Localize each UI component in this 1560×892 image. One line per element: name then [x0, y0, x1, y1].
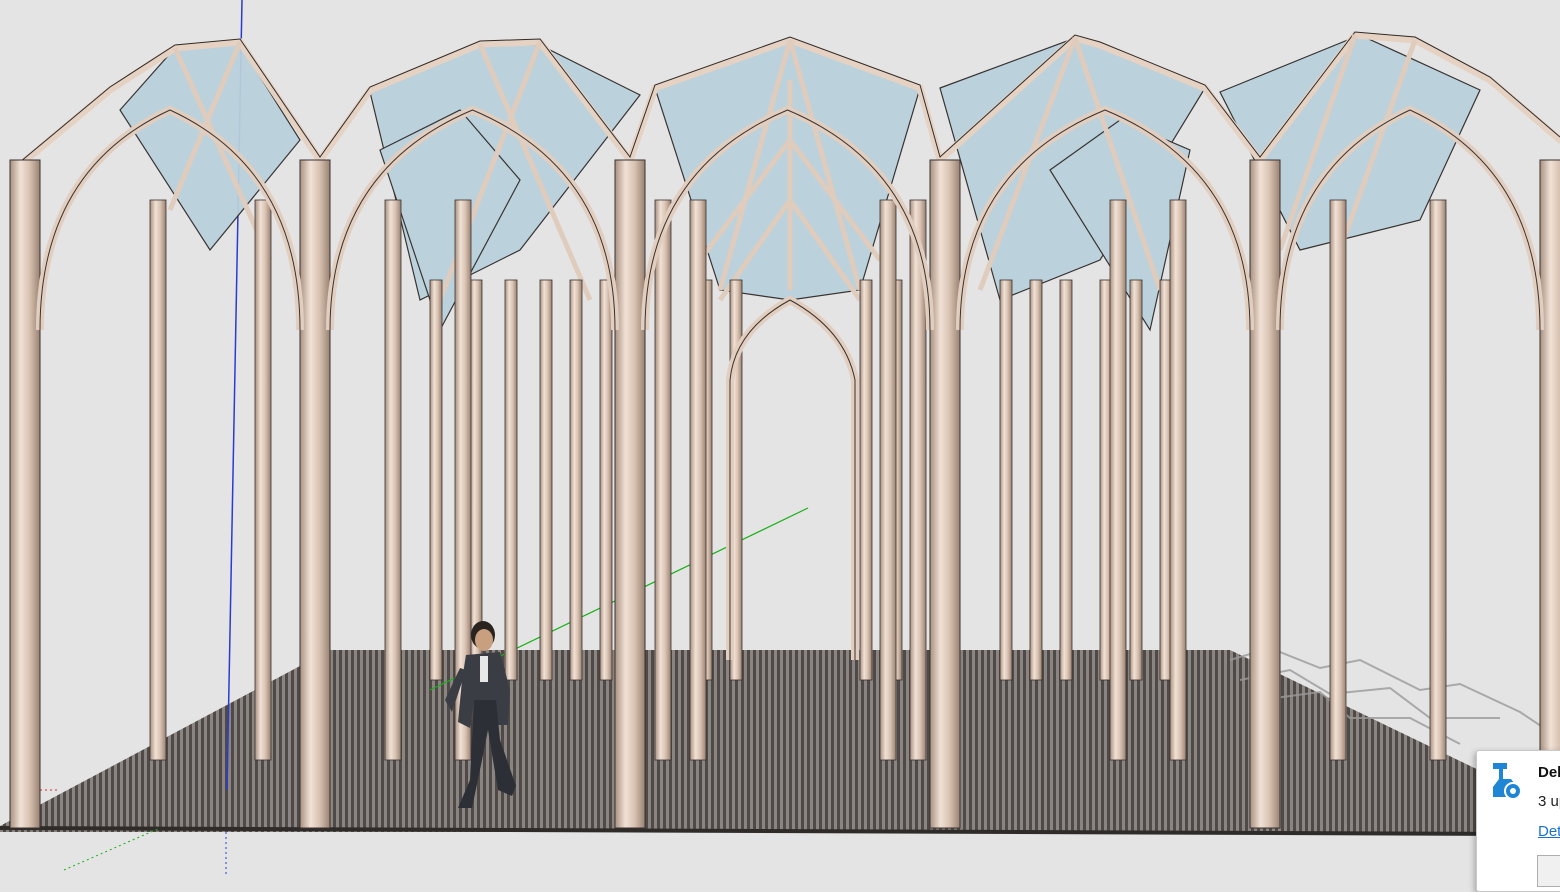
column-front [9, 159, 41, 829]
column-middle [384, 199, 402, 761]
column-back [504, 279, 518, 681]
column-middle [879, 199, 897, 761]
column-middle [689, 199, 707, 761]
column-middle [1169, 199, 1187, 761]
column-back [429, 279, 443, 681]
column-back [1059, 279, 1073, 681]
extension-update-icon [1493, 763, 1522, 800]
column-front [929, 159, 961, 829]
column-back [859, 279, 873, 681]
notification-button[interactable] [1537, 855, 1560, 887]
column-back [469, 279, 483, 681]
column-back [1129, 279, 1143, 681]
column-front [299, 159, 331, 829]
column-front [1539, 159, 1560, 829]
column-middle [1429, 199, 1447, 761]
notification-title: Del [1538, 764, 1560, 781]
column-middle [1329, 199, 1347, 761]
column-middle [149, 199, 167, 761]
column-front [614, 159, 646, 829]
column-back [999, 279, 1013, 681]
notification-details-link[interactable]: Det [1538, 823, 1560, 840]
column-back [1029, 279, 1043, 681]
column-middle [1109, 199, 1127, 761]
column-middle [654, 199, 672, 761]
column-back [599, 279, 613, 681]
column-front [1249, 159, 1281, 829]
notification-body: 3 up [1538, 793, 1560, 810]
update-notification[interactable]: Del 3 up Det [1476, 750, 1560, 892]
column-middle [254, 199, 272, 761]
column-back [539, 279, 553, 681]
column-back [569, 279, 583, 681]
model-viewport[interactable] [0, 0, 1560, 876]
